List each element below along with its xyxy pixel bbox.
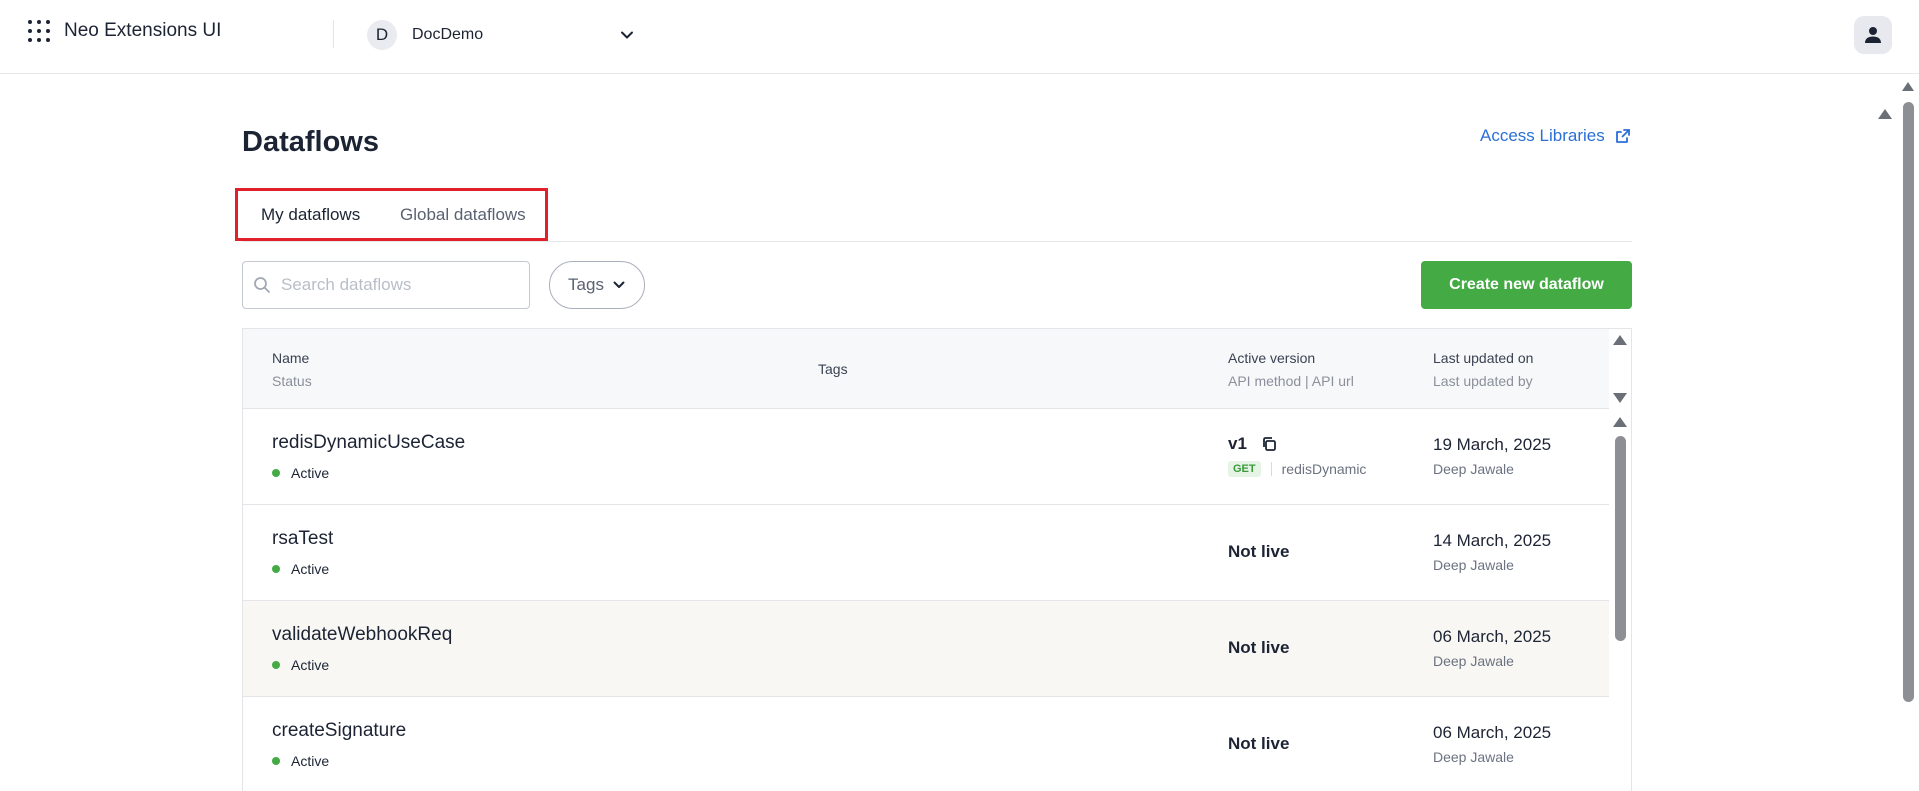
last-updated-date: 06 March, 2025: [1433, 723, 1552, 742]
dataflows-table: Name Status Tags Active version API meth…: [242, 328, 1632, 791]
header-active-version: Active version: [1228, 350, 1316, 366]
scroll-up-arrow-icon[interactable]: [1613, 335, 1627, 345]
api-info: GET redisDynamic: [1228, 461, 1366, 477]
version-not-live: Not live: [1228, 734, 1290, 753]
tab-my-dataflows[interactable]: My dataflows: [261, 205, 360, 225]
tab-global-dataflows[interactable]: Global dataflows: [400, 205, 526, 225]
search-box[interactable]: [242, 261, 530, 309]
search-icon: [254, 277, 270, 293]
version-not-live: Not live: [1228, 638, 1290, 657]
dataflow-name[interactable]: createSignature: [272, 720, 406, 742]
api-method-badge: GET: [1228, 461, 1261, 477]
dataflow-name[interactable]: redisDynamicUseCase: [272, 432, 465, 454]
access-libraries-link[interactable]: Access Libraries: [1480, 126, 1631, 146]
top-divider: [333, 20, 334, 48]
workspace-name: DocDemo: [412, 26, 484, 43]
workspace-avatar: D: [367, 20, 397, 50]
last-updated-date: 19 March, 2025: [1433, 435, 1552, 454]
header-name[interactable]: Name: [272, 350, 309, 366]
header-status: Status: [272, 373, 312, 389]
status-dot: [272, 661, 280, 669]
table-header: Name Status Tags Active version API meth…: [243, 329, 1631, 409]
status-dot: [272, 757, 280, 765]
table-scrollbar[interactable]: [1609, 329, 1631, 791]
last-updated-by: Deep Jawale: [1433, 461, 1514, 477]
create-dataflow-button[interactable]: Create new dataflow: [1421, 261, 1632, 309]
active-version: v1: [1228, 434, 1277, 454]
table-row[interactable]: rsaTest Active Not live 14 March, 2025 D…: [243, 505, 1609, 601]
status-badge: Active: [272, 753, 329, 769]
last-updated-by: Deep Jawale: [1433, 653, 1514, 669]
version-label: v1: [1228, 434, 1247, 453]
scroll-up-arrow-icon[interactable]: [1902, 82, 1914, 91]
dataflow-name[interactable]: validateWebhookReq: [272, 624, 452, 646]
external-link-icon: [1615, 129, 1630, 143]
tabs-divider: [242, 241, 1632, 242]
last-updated-date: 14 March, 2025: [1433, 531, 1552, 550]
workspace-selector[interactable]: D DocDemo: [367, 20, 639, 50]
scroll-up-arrow-icon[interactable]: [1878, 109, 1892, 119]
top-bar: Neo Extensions UI D DocDemo: [0, 0, 1919, 74]
version-not-live: Not live: [1228, 542, 1290, 561]
header-api: API method | API url: [1228, 373, 1354, 389]
header-last-updated-by: Last updated by: [1433, 373, 1533, 389]
tags-filter-button[interactable]: Tags: [549, 261, 645, 309]
user-icon: [1865, 27, 1881, 43]
scroll-up-arrow-icon[interactable]: [1613, 417, 1627, 427]
scroll-down-arrow-icon[interactable]: [1613, 393, 1627, 403]
chevron-down-icon: [613, 281, 625, 288]
status-label: Active: [291, 657, 330, 673]
page-title: Dataflows: [242, 126, 379, 158]
status-badge: Active: [272, 657, 329, 673]
chevron-down-icon: [621, 31, 633, 39]
status-label: Active: [291, 753, 330, 769]
last-updated-date: 06 March, 2025: [1433, 627, 1552, 646]
apps-grid-icon[interactable]: [28, 20, 52, 44]
page-scrollbar[interactable]: [1898, 74, 1919, 791]
status-badge: Active: [272, 465, 329, 481]
user-menu-button[interactable]: [1854, 16, 1892, 54]
api-separator: [1270, 462, 1272, 476]
copy-icon[interactable]: [1261, 436, 1277, 452]
status-dot: [272, 565, 280, 573]
header-tags: Tags: [818, 361, 848, 377]
table-row[interactable]: validateWebhookReq Active Not live 06 Ma…: [243, 601, 1609, 697]
api-url: redisDynamic: [1281, 461, 1367, 477]
scroll-thumb[interactable]: [1903, 102, 1914, 702]
status-label: Active: [291, 561, 330, 577]
table-row[interactable]: createSignature Active Not live 06 March…: [243, 697, 1609, 791]
app-title: Neo Extensions UI: [64, 20, 222, 41]
table-row[interactable]: redisDynamicUseCase Active v1 GET redisD…: [243, 409, 1609, 505]
status-label: Active: [291, 465, 330, 481]
access-libraries-label: Access Libraries: [1480, 126, 1605, 145]
search-input[interactable]: [281, 275, 511, 295]
last-updated-by: Deep Jawale: [1433, 749, 1514, 765]
tags-filter-label: Tags: [568, 275, 604, 294]
status-dot: [272, 469, 280, 477]
last-updated-by: Deep Jawale: [1433, 557, 1514, 573]
scroll-thumb[interactable]: [1615, 436, 1626, 641]
dataflow-name[interactable]: rsaTest: [272, 528, 333, 550]
status-badge: Active: [272, 561, 329, 577]
header-last-updated-on[interactable]: Last updated on: [1433, 350, 1533, 366]
